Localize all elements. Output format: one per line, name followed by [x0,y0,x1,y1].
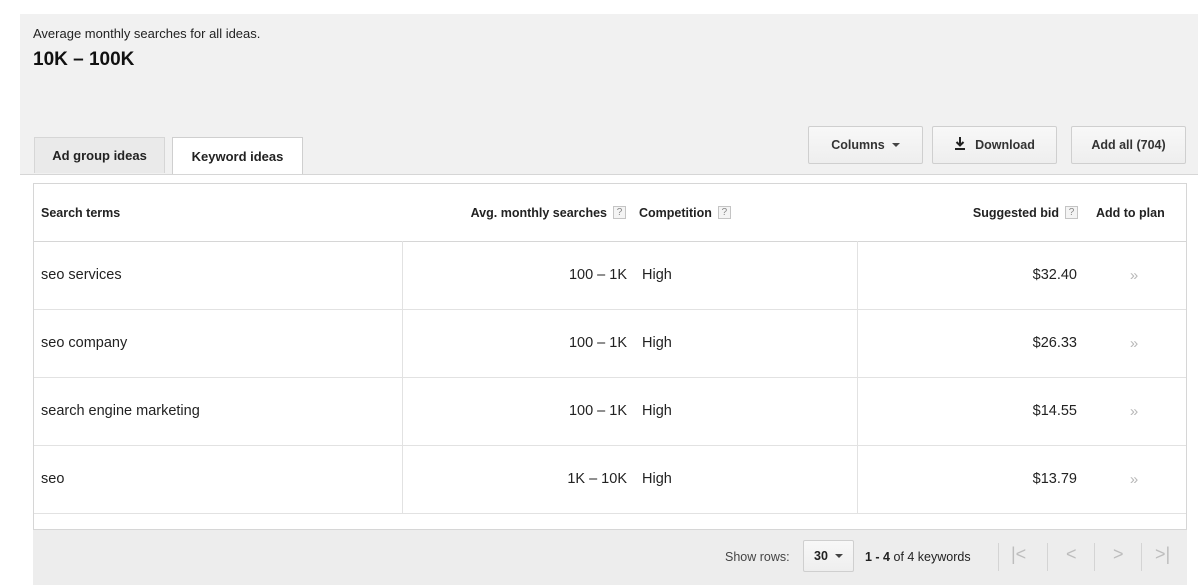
header-suggested-bid[interactable]: Suggested bid ? [860,184,1078,241]
cell-avg-searches: 100 – 1K [568,267,627,283]
show-rows-label: Show rows: [725,550,790,564]
header-avg-label: Avg. monthly searches [470,205,607,220]
divider [1047,543,1048,571]
download-button[interactable]: Download [932,126,1057,164]
cell-competition: High [638,309,858,377]
columns-button[interactable]: Columns [808,126,923,164]
columns-button-label: Columns [831,138,885,152]
help-icon[interactable]: ? [1065,206,1078,219]
cell-suggested-bid: $13.79 [1032,471,1077,487]
prev-page-icon[interactable]: < [1066,544,1077,565]
cell-search-term: seo services [34,241,403,309]
download-icon [954,137,966,153]
divider [998,543,999,571]
header-bid-label: Suggested bid [972,205,1059,220]
add-all-button[interactable]: Add all (704) [1071,126,1186,164]
cell-suggested-bid: $14.55 [1032,403,1077,419]
cell-search-term: search engine marketing [34,377,403,445]
cell-competition-text: High [642,403,672,419]
range-rest: of 4 keywords [890,550,971,564]
divider [1141,543,1142,571]
table-row: seo services 100 – 1K High $32.40 » [34,241,1186,310]
help-icon[interactable]: ? [717,206,731,219]
cell-avg-searches: 100 – 1K [568,403,627,419]
cell-competition-text: High [642,335,672,351]
divider [1094,543,1095,571]
header-competition-label: Competition [639,205,712,220]
table-header: Search terms Avg. monthly searches ? Com… [34,184,1186,242]
next-page-icon[interactable]: > [1113,544,1124,565]
cell-competition-text: High [642,471,672,487]
chevron-down-icon [891,143,900,147]
last-page-icon[interactable]: >| [1155,544,1170,565]
table-row: seo 1K – 10K High $13.79 » [34,445,1186,514]
add-to-plan-icon[interactable]: » [1114,241,1154,309]
range-bold: 1 - 4 [865,550,891,564]
cell-suggested-bid: $32.40 [1032,267,1077,283]
cell-avg-searches: 1K – 10K [567,471,627,487]
header-competition[interactable]: Competition ? [639,184,731,241]
download-button-label: Download [975,138,1035,152]
help-icon[interactable]: ? [613,206,626,219]
pagination-bar: Show rows: 30 1 - 4 of 4 keywords |< < >… [33,530,1187,585]
tab-keyword-ideas[interactable]: Keyword ideas [172,137,303,175]
tab-ad-group-ideas[interactable]: Ad group ideas [34,137,165,173]
cell-search-term: seo company [34,309,403,377]
header-avg-monthly-searches[interactable]: Avg. monthly searches ? [404,184,626,241]
range-text: 1 - 4 of 4 keywords [865,550,971,564]
summary-label: Average monthly searches for all ideas. [33,26,261,41]
cell-search-term: seo [34,445,403,513]
header-search-terms[interactable]: Search terms [41,184,120,241]
header-add-to-plan: Add to plan [1096,205,1165,220]
cell-suggested-bid: $26.33 [1032,335,1077,351]
cell-competition: High [638,377,858,445]
add-to-plan-icon[interactable]: » [1114,377,1154,445]
cell-avg-searches: 100 – 1K [568,335,627,351]
cell-competition: High [638,241,858,309]
rows-per-page-select[interactable]: 30 [803,540,854,572]
add-to-plan-icon[interactable]: » [1114,309,1154,377]
keyword-table: Search terms Avg. monthly searches ? Com… [33,183,1187,530]
tab-divider [20,174,1198,175]
rows-per-page-value: 30 [814,549,828,563]
table-row: seo company 100 – 1K High $26.33 » [34,309,1186,378]
cell-competition: High [638,445,858,513]
first-page-icon[interactable]: |< [1011,544,1026,565]
chevron-down-icon [834,554,843,558]
cell-competition-text: High [642,267,672,283]
table-row: search engine marketing 100 – 1K High $1… [34,377,1186,446]
add-to-plan-icon[interactable]: » [1114,445,1154,513]
summary-value: 10K – 100K [33,49,135,70]
